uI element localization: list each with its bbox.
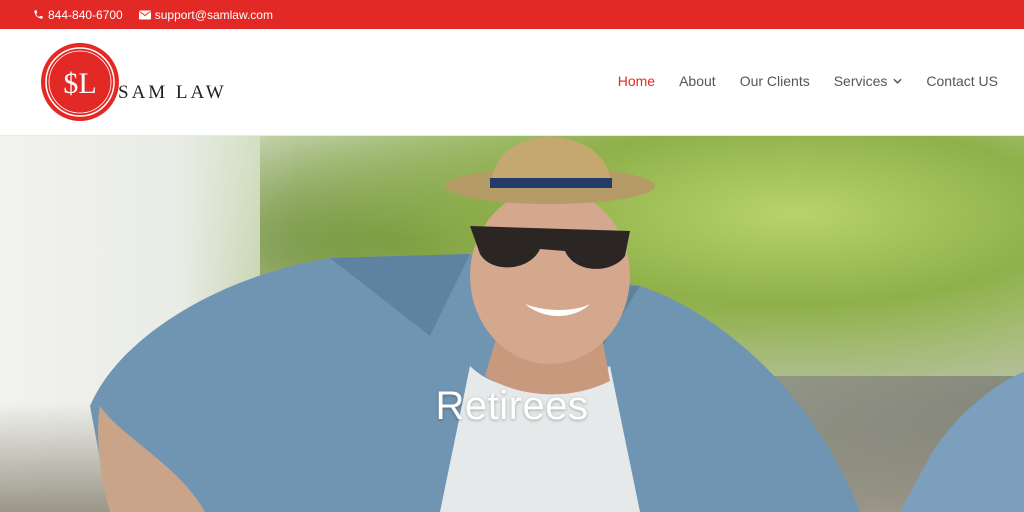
site-logo[interactable]: $L SAM LAW — [40, 42, 227, 122]
email-address[interactable]: support@samlaw.com — [155, 8, 273, 22]
hero-person-image — [90, 136, 1024, 512]
nav-item-about[interactable]: About — [679, 73, 716, 89]
nav-label: About — [679, 73, 716, 89]
nav-label: Our Clients — [739, 73, 810, 89]
top-contact-bar: 844-840-6700 support@samlaw.com — [0, 0, 1024, 29]
nav-label: Services — [833, 73, 888, 89]
logo-monogram: $L — [63, 67, 96, 100]
nav-item-home[interactable]: Home — [618, 73, 655, 89]
logo-badge: $L — [41, 43, 119, 121]
hero-title: Retirees — [435, 384, 589, 428]
site-header: $L SAM LAW Home About Our Clients Servic… — [0, 29, 1024, 136]
nav-item-our-clients[interactable]: Our Clients — [740, 73, 810, 89]
envelope-icon — [138, 10, 151, 19]
phone-contact[interactable]: 844-840-6700 — [33, 8, 123, 22]
email-contact[interactable]: support@samlaw.com — [138, 8, 273, 22]
phone-number[interactable]: 844-840-6700 — [48, 8, 123, 22]
logo-name: SAM LAW — [118, 82, 227, 103]
phone-icon — [34, 10, 43, 19]
chevron-down-icon — [893, 78, 903, 84]
nav-label: Contact US — [926, 73, 998, 89]
nav-item-contact-us[interactable]: Contact US — [926, 73, 998, 89]
hero-banner: Retirees — [0, 136, 1024, 512]
main-navigation: Home About Our Clients Services Contact … — [594, 73, 998, 89]
nav-label: Home — [617, 73, 656, 89]
nav-item-services[interactable]: Services — [834, 73, 903, 89]
